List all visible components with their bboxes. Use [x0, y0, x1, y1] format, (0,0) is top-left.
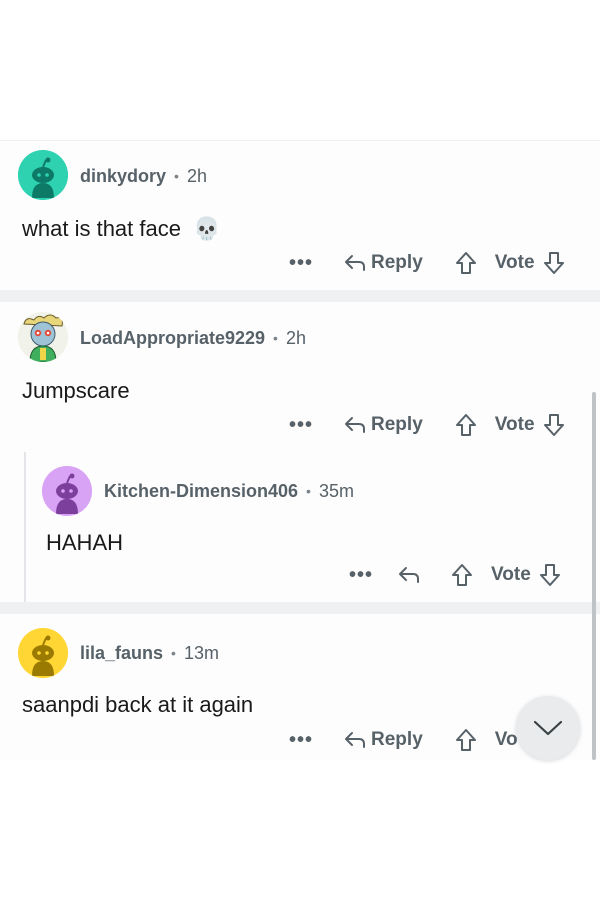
chevron-down-icon	[533, 720, 563, 736]
upvote-icon[interactable]	[451, 563, 473, 587]
downvote-icon[interactable]	[539, 563, 561, 587]
username[interactable]: LoadAppropriate9229	[80, 328, 265, 349]
comment-thread: dinkydory • 2h what is that face 💀 ••• R…	[0, 140, 600, 760]
vote-label: Vo	[494, 729, 518, 750]
jump-to-next-button[interactable]	[516, 696, 580, 760]
snoo-avatar-icon	[42, 466, 92, 516]
upvote-icon[interactable]	[455, 251, 477, 275]
comment-body: HAHAH	[46, 530, 124, 555]
reply-arrow-icon	[345, 255, 366, 271]
vote-label: Vote	[494, 252, 535, 273]
reply-button[interactable]: Reply	[343, 414, 423, 436]
comment-body: what is that face 💀	[22, 216, 221, 242]
timestamp: 13m	[183, 642, 219, 663]
vote-control: Vo	[455, 728, 518, 752]
avatar[interactable]	[18, 628, 68, 678]
snoo-avatar-icon	[18, 150, 68, 200]
downvote-icon[interactable]	[543, 251, 565, 275]
more-options-button[interactable]: •••	[289, 729, 313, 752]
vote-label: Vote	[494, 414, 535, 435]
comment-text: what is that face	[22, 216, 181, 241]
reply-label: Reply	[371, 252, 423, 273]
avatar[interactable]	[42, 466, 92, 516]
comment-separator	[0, 602, 600, 614]
upvote-icon[interactable]	[455, 413, 477, 437]
timestamp: 35m	[318, 480, 354, 501]
reply-button[interactable]: Reply	[343, 729, 423, 751]
username[interactable]: lila_fauns	[80, 643, 163, 664]
vote-control: Vote	[455, 251, 565, 275]
divider	[0, 140, 600, 141]
downvote-icon[interactable]	[543, 413, 565, 437]
vote-label: Vote	[491, 564, 531, 585]
snoo-avatar-icon	[18, 628, 68, 678]
reply-button[interactable]	[397, 565, 421, 585]
username[interactable]: Kitchen-Dimension406	[104, 481, 298, 502]
separator-dot: •	[174, 168, 179, 184]
username[interactable]: dinkydory	[80, 166, 166, 187]
reply-arrow-icon	[345, 417, 366, 433]
comment-body: Jumpscare	[22, 378, 130, 403]
vote-control: Vote	[451, 563, 561, 587]
avatar[interactable]	[18, 150, 68, 200]
scrollbar[interactable]	[592, 392, 596, 760]
separator-dot: •	[171, 645, 176, 661]
separator-dot: •	[306, 483, 311, 499]
vote-control: Vote	[455, 413, 565, 437]
reply-label: Reply	[371, 729, 423, 750]
more-options-button[interactable]: •••	[289, 252, 313, 275]
reply-label: Reply	[371, 414, 423, 435]
custom-avatar-icon	[18, 312, 68, 362]
skull-emoji: 💀	[193, 216, 221, 241]
more-options-button[interactable]: •••	[289, 414, 313, 437]
thread-line[interactable]	[24, 452, 26, 602]
comment-separator	[0, 290, 600, 302]
comment-body: saanpdi back at it again	[22, 692, 254, 717]
upvote-icon[interactable]	[455, 728, 477, 752]
reply-arrow-icon	[345, 732, 366, 748]
separator-dot: •	[273, 330, 278, 346]
avatar[interactable]	[18, 312, 68, 362]
reply-arrow-icon	[399, 567, 420, 583]
reply-button[interactable]: Reply	[343, 252, 423, 274]
more-options-button[interactable]: •••	[349, 564, 373, 587]
timestamp: 2h	[285, 327, 306, 348]
timestamp: 2h	[186, 165, 207, 186]
